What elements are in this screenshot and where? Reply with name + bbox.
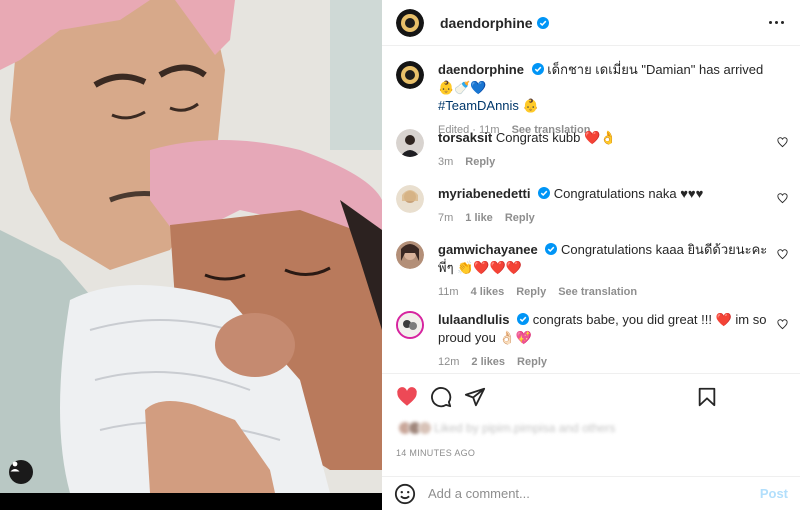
- comment-time: 7m: [438, 212, 454, 224]
- comment-item: lulaandlulis congrats babe, you did grea…: [396, 311, 788, 371]
- bookmark-icon[interactable]: [696, 386, 718, 408]
- avatar[interactable]: [396, 8, 424, 37]
- post-timestamp[interactable]: 14 MINUTES AGO: [396, 448, 475, 458]
- comment-username[interactable]: torsaksit: [438, 130, 492, 145]
- avatar-image: [398, 313, 422, 337]
- liked-by-summary[interactable]: Liked by pipim.pimpisa and others: [398, 421, 615, 435]
- caption-emoji: 👶: [522, 98, 539, 113]
- avatar-image: [396, 8, 424, 37]
- verified-badge-icon: [545, 243, 558, 255]
- comment-text: Congratulations naka ♥♥♥: [553, 186, 704, 201]
- comment-username[interactable]: lulaandlulis: [438, 312, 510, 327]
- instagram-post-modal: daendorphine daendorphine เด็กชาย เดเมี่…: [0, 0, 800, 510]
- see-translation-button[interactable]: See translation: [558, 283, 637, 301]
- avatar[interactable]: [396, 241, 424, 269]
- comment-emoji: ❤️👌: [584, 130, 617, 145]
- avatar[interactable]: [396, 185, 424, 213]
- avatar[interactable]: [396, 311, 424, 339]
- post-header: daendorphine: [382, 0, 800, 46]
- avatar[interactable]: [396, 129, 424, 157]
- reply-button[interactable]: Reply: [505, 209, 535, 227]
- verified-badge-icon: [531, 63, 544, 75]
- more-options-icon[interactable]: [769, 21, 784, 24]
- liker-avatars: [398, 421, 432, 435]
- verified-badge-icon: [517, 313, 530, 325]
- comment-emoji: 👏❤️❤️❤️: [457, 260, 522, 275]
- reply-button[interactable]: Reply: [465, 153, 495, 171]
- comment-time: 11m: [438, 286, 459, 298]
- comment-item: gamwichayanee Congratulations kaaa ยินดี…: [396, 241, 788, 301]
- heart-filled-icon[interactable]: [396, 386, 418, 408]
- caption-hashtag[interactable]: #TeamDAnnis: [438, 98, 519, 113]
- post-photo[interactable]: [0, 0, 382, 493]
- comment-likes[interactable]: 1 like: [465, 209, 493, 227]
- comment-item: torsaksit Congrats kubb ❤️👌 3m Reply: [396, 129, 788, 171]
- heart-outline-icon[interactable]: [777, 319, 788, 330]
- post-author-username[interactable]: daendorphine: [440, 15, 533, 31]
- comment-likes[interactable]: 4 likes: [471, 283, 505, 301]
- add-comment-bar: Post: [382, 476, 800, 510]
- comment-bubble-icon[interactable]: [430, 386, 452, 408]
- comment-likes[interactable]: 2 likes: [471, 353, 505, 371]
- caption-username[interactable]: daendorphine: [438, 62, 524, 77]
- paper-plane-icon[interactable]: [464, 386, 486, 408]
- comment-item: myriabenedetti Congratulations naka ♥♥♥ …: [396, 185, 788, 227]
- avatar-image: [396, 129, 424, 157]
- caption: daendorphine เด็กชาย เดเมี่ยน "Damian" h…: [396, 61, 788, 139]
- avatar[interactable]: [396, 61, 424, 89]
- tagged-people-button[interactable]: [9, 460, 33, 484]
- comment-text: Congrats kubb: [495, 130, 581, 145]
- verified-badge-icon: [538, 187, 551, 199]
- post-actions-bar: [382, 373, 800, 419]
- comment-time: 12m: [438, 356, 460, 368]
- verified-badge-icon: [536, 16, 549, 29]
- add-comment-input[interactable]: [428, 486, 748, 501]
- reply-button[interactable]: Reply: [517, 353, 547, 371]
- heart-outline-icon[interactable]: [777, 193, 788, 204]
- avatar-image: [396, 61, 424, 89]
- person-tag-icon: [10, 461, 20, 472]
- smiley-icon[interactable]: [394, 483, 416, 505]
- comment-username[interactable]: gamwichayanee: [438, 242, 538, 257]
- comment-text: congrats babe, you did great !!!: [532, 312, 712, 327]
- avatar-image: [396, 241, 424, 269]
- avatar-image: [396, 185, 424, 213]
- comment-time: 3m: [438, 156, 454, 168]
- comment-username[interactable]: myriabenedetti: [438, 186, 530, 201]
- reply-button[interactable]: Reply: [516, 283, 546, 301]
- post-side-panel: daendorphine daendorphine เด็กชาย เดเมี่…: [382, 0, 800, 510]
- newborn-family-photo: [0, 0, 382, 493]
- heart-outline-icon[interactable]: [777, 249, 788, 260]
- liked-by-text: Liked by pipim.pimpisa and others: [434, 421, 616, 435]
- heart-outline-icon[interactable]: [777, 137, 788, 148]
- post-comment-button[interactable]: Post: [760, 486, 788, 501]
- comments-list: daendorphine เด็กชาย เดเมี่ยน "Damian" h…: [382, 47, 800, 373]
